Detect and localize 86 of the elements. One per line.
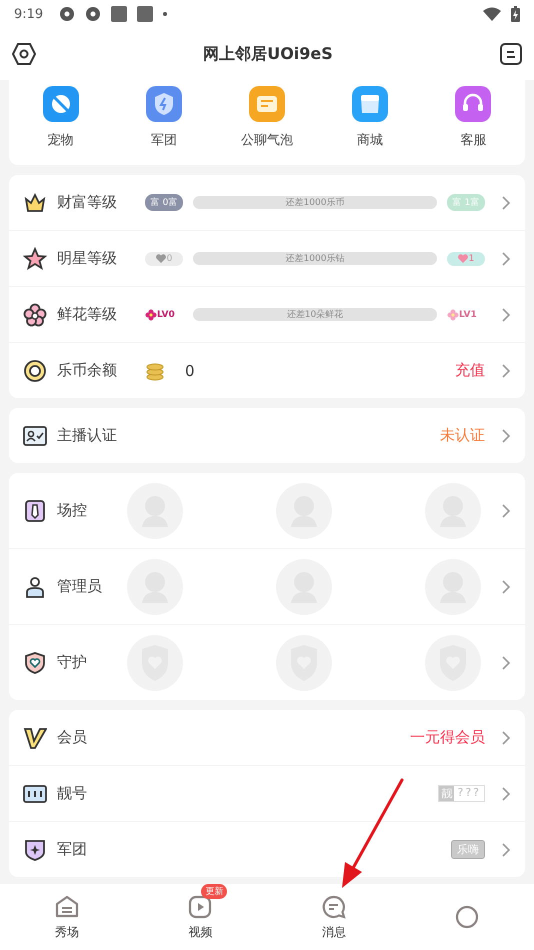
chevron-icon[interactable] [501,194,511,210]
tie-icon [23,498,47,522]
level-badge: 富 0富 [145,194,183,211]
balance-amount: 0 [185,362,195,380]
tag-label: 靓 [439,786,454,801]
chevron-icon[interactable] [501,362,511,378]
shortcut-icon[interactable] [455,86,492,122]
shortcut-icon[interactable] [146,86,182,122]
menu-icon[interactable] [500,43,522,65]
flower-level-label: LV1 [447,308,485,320]
battery-icon [511,6,520,22]
row-label: 场控 [57,501,88,520]
empty-guard-avatar [276,634,332,690]
promo-link[interactable]: 一元得会员 [410,728,485,747]
aperture-icon [85,6,102,22]
star-icon [23,246,47,270]
app-icon [137,6,154,22]
progress-text: 还差1000乐钻 [286,252,344,265]
coin-icon [23,358,47,382]
empty-avatar [425,482,481,538]
chevron-icon[interactable] [501,654,511,670]
status-time: 9:19 [14,6,44,22]
empty-avatar [127,558,183,614]
page-title: 网上邻居UOi9eS [203,44,333,64]
chevron-icon[interactable] [501,578,511,594]
sparkle-shield-icon [23,838,47,862]
circle-icon [454,904,480,930]
row-label: 乐币余额 [57,361,118,380]
id-card-icon [23,424,47,446]
shortcut-label[interactable]: 商城 [357,131,384,149]
empty-guard-avatar [425,634,481,690]
shortcut-label[interactable]: 军团 [150,131,177,149]
flower-icon [23,302,47,326]
row-label: 主播认证 [57,426,118,445]
chevron-icon[interactable] [501,786,511,802]
chevron-icon[interactable] [501,306,511,322]
flower-level-label: LV0 [145,308,183,320]
aperture-icon [59,6,76,22]
empty-avatar [276,482,332,538]
chevron-icon[interactable] [501,502,511,518]
shortcut-icon[interactable] [42,86,79,122]
nav-tab[interactable]: 秀场 [0,884,134,950]
recharge-link[interactable]: 充值 [455,361,485,380]
person-icon [23,574,47,598]
wifi-icon [483,7,501,21]
row-label: 靓号 [57,784,88,803]
level-badge: 富 1富 [447,194,485,211]
row-label: 财富等级 [57,193,118,212]
chevron-icon[interactable] [501,842,511,858]
chevron-icon[interactable] [501,250,511,266]
coins-icon [145,360,165,380]
empty-avatar [425,558,481,614]
chevron-icon[interactable] [501,730,511,746]
progress-text: 还差1000乐币 [286,196,344,209]
more-dot-icon [163,12,168,16]
v-icon [23,726,47,750]
empty-avatar [127,482,183,538]
nav-tab[interactable]: 更新 视频 [134,884,267,950]
empty-avatar [276,558,332,614]
tag-value: ??? [456,786,482,801]
nav-tab[interactable]: 消息 [267,884,400,950]
home-icon [54,894,80,920]
update-badge: 更新 [201,884,228,898]
crown-icon [23,190,47,214]
empty-guard-avatar [127,634,183,690]
chevron-icon[interactable] [501,428,511,444]
shortcut-label[interactable]: 宠物 [48,131,74,149]
row-label: 守护 [57,653,88,672]
level-badge: 1 [447,252,485,266]
row-label: 明星等级 [57,249,118,268]
app-icon [111,6,128,22]
shortcut-icon[interactable] [248,86,285,122]
chat-icon [320,894,347,920]
row-label: 会员 [57,728,88,747]
shortcut-label[interactable]: 客服 [460,131,486,149]
shortcut-label[interactable]: 公聊气泡 [240,131,293,149]
play-icon [187,894,214,920]
settings-icon[interactable] [12,43,36,65]
row-label: 鲜花等级 [57,305,118,324]
status-text: 未认证 [440,426,485,445]
row-label: 管理员 [57,577,103,596]
progress-text: 还差10朵鲜花 [286,308,344,321]
level-badge: 0 [145,252,183,266]
shortcut-icon[interactable] [352,86,388,122]
row-label: 军团 [57,840,88,859]
heart-shield-icon [23,650,47,674]
